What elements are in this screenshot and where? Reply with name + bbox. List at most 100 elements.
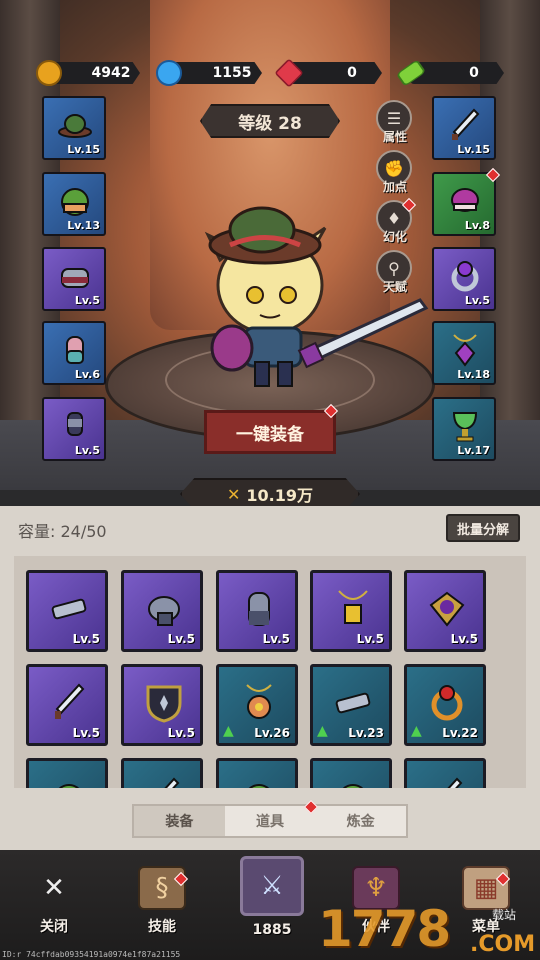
tab-equipment[interactable]: 装备 [134, 806, 225, 836]
book-icon: ☰ [386, 108, 402, 128]
one-click-equip-button[interactable]: 一键装备 [204, 410, 336, 454]
nav-menu[interactable]: ▦ 菜单 [446, 862, 526, 942]
inventory-tabs: 装备 道具 炼金 [132, 804, 408, 838]
item-level: Lv.5 [356, 632, 384, 646]
upgrade-arrow-icon: ▲ [317, 723, 328, 739]
boots-icon [67, 412, 83, 436]
transmog-label: 幻化 [382, 230, 407, 244]
equip-slot-ring[interactable]: Lv.5 [432, 247, 496, 311]
purple-hat-icon [451, 188, 479, 212]
site-watermark-suffix: .COM [470, 932, 536, 957]
item-level: Lv.5 [72, 632, 100, 646]
crossed-swords-icon: ✕ [226, 484, 241, 504]
inventory-item[interactable]: Lv.5 [310, 570, 392, 652]
chalice-icon [452, 412, 478, 442]
item-level: Lv.5 [262, 632, 290, 646]
equip-slot-helm[interactable]: Lv.13 [42, 172, 106, 236]
diamond-counter: 1155 [156, 60, 262, 86]
upgrade-arrow-icon: ▲ [223, 723, 234, 739]
item-level: Lv.23 [348, 726, 384, 740]
cap-icon [58, 784, 80, 788]
equip-slot-gloves[interactable]: Lv.6 [42, 321, 106, 385]
attributes-label: 属性 [382, 130, 407, 144]
diamond-value: 1155 [212, 65, 252, 81]
inventory-item[interactable]: Lv.5 [216, 570, 298, 652]
sword-icon [164, 777, 180, 788]
ruby-value: 0 [347, 65, 357, 81]
inventory-item[interactable]: Lv.5 [26, 664, 108, 746]
tab-alchemy[interactable]: 炼金 [315, 806, 406, 836]
pendant-icon [429, 591, 465, 627]
battle-icon: ⚔ [240, 856, 304, 916]
gauntlet-icon [148, 596, 180, 626]
inventory-grid: Lv.5 Lv.5 Lv.5 Lv.5 Lv.5 Lv.5 Lv.5 ▲ Lv.26 ▲ Lv.23… [14, 556, 526, 788]
equip-slot-amulet[interactable]: Lv.18 [432, 321, 496, 385]
bulk-dismantle-button[interactable]: 批量分解 [446, 514, 520, 542]
tree-icon: ⚲ [388, 258, 400, 278]
equip-slot-weapon[interactable]: Lv.15 [432, 96, 496, 160]
ring-icon [451, 261, 479, 292]
inventory-item[interactable] [310, 758, 392, 788]
equip-slot-trinket[interactable]: Lv.17 [432, 397, 496, 461]
crossed-swords-icon: ✕ [43, 873, 65, 903]
cap-icon [342, 784, 364, 788]
site-watermark: 1778 [318, 900, 451, 958]
tab-items[interactable]: 道具 [225, 806, 316, 836]
cap-icon [61, 188, 89, 216]
bracer-icon [335, 692, 371, 714]
item-level: Lv.5 [72, 726, 100, 740]
ruby-counter: 0 [274, 58, 382, 88]
fist-icon: ✊ [384, 158, 404, 178]
talent-label: 天赋 [382, 280, 407, 294]
cap-icon [248, 784, 270, 788]
level-banner: 等级 28 [200, 104, 340, 138]
item-level: Lv.26 [254, 726, 290, 740]
gold-value: 4942 [91, 65, 131, 81]
necklace-icon [338, 590, 368, 624]
nav-close[interactable]: ✕ 关闭 [14, 862, 94, 942]
stamina-value: 0 [469, 65, 479, 81]
coin-icon [36, 60, 62, 86]
stamina-counter: 0 [395, 59, 504, 87]
inventory-item[interactable] [404, 758, 486, 788]
equip-slot-cape[interactable]: Lv.8 [432, 172, 496, 236]
inventory-item[interactable] [121, 758, 203, 788]
power-value: 10.19万 [246, 486, 314, 505]
sword-icon [452, 108, 480, 140]
nav-battle[interactable]: ⚔ 1885 [232, 852, 312, 938]
sword-icon [447, 777, 463, 788]
capacity-label: 容量: 24/50 [18, 522, 107, 541]
bracer-icon [51, 598, 87, 620]
item-level: Lv.22 [442, 726, 478, 740]
site-watermark-tag: 载站 [492, 908, 517, 922]
flower-amulet-icon [246, 684, 272, 719]
inventory-item[interactable]: Lv.5 [121, 664, 203, 746]
inventory-item[interactable] [26, 758, 108, 788]
inventory-item[interactable]: Lv.5 [404, 570, 486, 652]
inventory-item[interactable]: Lv.5 [26, 570, 108, 652]
equip-slot-head[interactable]: Lv.15 [42, 96, 106, 160]
nav-skills[interactable]: § 技能 [122, 862, 202, 942]
blue-gem-icon [156, 60, 182, 86]
equip-slot-boots[interactable]: Lv.5 [42, 397, 106, 461]
glove-icon [248, 592, 270, 626]
inventory-item[interactable]: ▲ Lv.22 [404, 664, 486, 746]
shield-icon [146, 685, 182, 723]
inventory-item[interactable]: Lv.5 [121, 570, 203, 652]
add-points-label: 加点 [382, 180, 407, 194]
equip-slot-armor[interactable]: Lv.5 [42, 247, 106, 311]
ruby-ring-icon [431, 685, 463, 721]
item-level: Lv.5 [167, 726, 195, 740]
amulet-icon [453, 334, 477, 367]
helmet-icon [61, 268, 89, 288]
inventory-item[interactable]: ▲ Lv.26 [216, 664, 298, 746]
gloves-icon [66, 336, 84, 364]
item-level: Lv.5 [167, 632, 195, 646]
user-id: ID:r 74cffdab09354191a0974e1f87a21155 [2, 950, 181, 959]
inventory-item[interactable] [216, 758, 298, 788]
dagger-icon [55, 683, 85, 719]
inventory-item[interactable]: ▲ Lv.23 [310, 664, 392, 746]
gold-counter: 4942 [36, 60, 140, 86]
upgrade-arrow-icon: ▲ [411, 723, 422, 739]
item-level: Lv.5 [450, 632, 478, 646]
